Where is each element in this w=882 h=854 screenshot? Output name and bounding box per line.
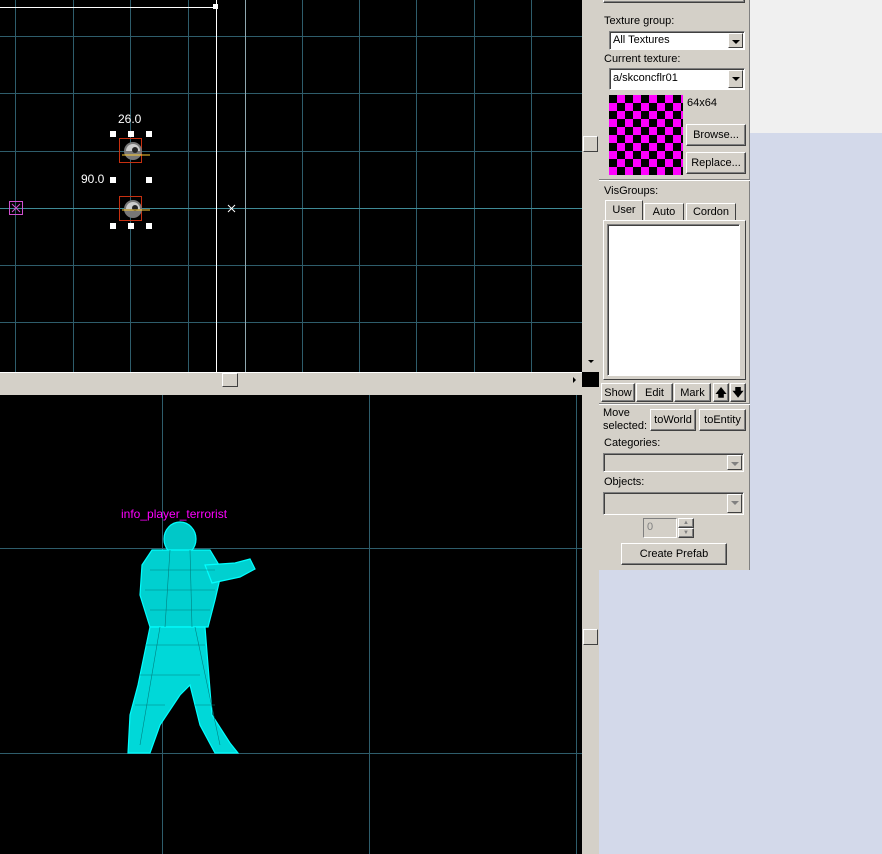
texture-group-label: Texture group:: [604, 15, 675, 27]
texture-size-label: 64x64: [687, 97, 717, 109]
selection-handle-tm[interactable]: [128, 131, 134, 137]
selection-handle-ml[interactable]: [110, 177, 116, 183]
spin-down-icon[interactable]: ▼: [678, 528, 694, 538]
entity-classname-label: info_player_terrorist: [121, 507, 228, 521]
tab-auto[interactable]: Auto: [644, 203, 684, 221]
replace-button[interactable]: Replace...: [686, 152, 746, 174]
visgroups-list[interactable]: [607, 224, 740, 376]
bottom-2d-viewport[interactable]: info_player_terrorist: [0, 395, 582, 854]
top-2d-viewport[interactable]: 26.0 90.0: [0, 0, 582, 372]
selection-handle-mr[interactable]: [146, 177, 152, 183]
scroll-right-arrow-icon[interactable]: [573, 377, 576, 383]
selection-width-readout: 26.0: [118, 112, 142, 126]
selection-handle-br[interactable]: [146, 223, 152, 229]
top-hscroll-thumb[interactable]: [222, 373, 238, 387]
categories-label: Categories:: [604, 437, 661, 449]
chevron-down-icon[interactable]: [728, 70, 743, 88]
top-viewport-hscrollbar[interactable]: [0, 372, 582, 388]
selection-handle-bl[interactable]: [110, 223, 116, 229]
chevron-down-icon[interactable]: [728, 33, 743, 48]
selection-handle-tr[interactable]: [146, 131, 152, 137]
visgroup-edit-button[interactable]: Edit: [636, 383, 673, 402]
spin-up-icon[interactable]: ▲: [678, 518, 694, 528]
visgroups-label: VisGroups:: [604, 185, 659, 197]
objects-label: Objects:: [604, 476, 645, 488]
visgroup-show-button[interactable]: Show: [601, 383, 635, 402]
visgroup-mark-button[interactable]: Mark: [674, 383, 711, 402]
scroll-down-arrow-icon[interactable]: [588, 360, 594, 363]
texture-group-select[interactable]: All Textures: [609, 31, 745, 50]
top-partial-button[interactable]: [603, 0, 745, 3]
to-entity-button[interactable]: toEntity: [699, 409, 746, 431]
chevron-down-icon[interactable]: [727, 494, 742, 513]
texture-preview-swatch[interactable]: [609, 95, 683, 175]
selection-height-readout: 90.0: [81, 172, 105, 186]
player-wireframe-model: [127, 521, 256, 754]
texture-visgroup-panel: Texture group: All Textures Current text…: [599, 0, 750, 570]
panel-separator-2: [599, 403, 750, 405]
current-texture-value: a/skconcflr01: [613, 72, 678, 84]
move-selected-label-2: selected:: [603, 420, 648, 432]
prefab-count-input[interactable]: 0: [643, 518, 677, 538]
top-viewport-vscrollbar[interactable]: [582, 0, 599, 372]
side-panel-strip: [750, 0, 882, 133]
current-texture-select[interactable]: a/skconcflr01: [609, 68, 745, 90]
chevron-down-icon[interactable]: [727, 455, 742, 470]
to-world-button[interactable]: toWorld: [650, 409, 696, 431]
tab-user[interactable]: User: [605, 200, 643, 221]
top-viewport-grid: [0, 0, 582, 372]
top-vscroll-thumb[interactable]: [583, 136, 598, 152]
bottom-viewport-grid: [0, 395, 582, 854]
browse-button[interactable]: Browse...: [686, 124, 746, 146]
categories-select[interactable]: [603, 453, 744, 472]
panel-separator-1: [599, 179, 750, 181]
move-up-icon[interactable]: 🡅: [713, 383, 729, 402]
texture-group-value: All Textures: [613, 34, 670, 46]
selection-handle-bm[interactable]: [128, 223, 134, 229]
bottom-vscroll-thumb[interactable]: [583, 629, 598, 645]
selection-handle-tl[interactable]: [110, 131, 116, 137]
move-selected-label-1: Move: [603, 407, 630, 419]
current-texture-label: Current texture:: [604, 53, 681, 65]
move-down-icon[interactable]: 🡇: [730, 383, 746, 402]
create-prefab-button[interactable]: Create Prefab: [621, 543, 727, 565]
objects-select[interactable]: [603, 492, 744, 515]
entity-icon-top: [119, 138, 150, 163]
bottom-viewport-vscrollbar[interactable]: [582, 395, 599, 854]
tab-cordon[interactable]: Cordon: [686, 203, 736, 221]
